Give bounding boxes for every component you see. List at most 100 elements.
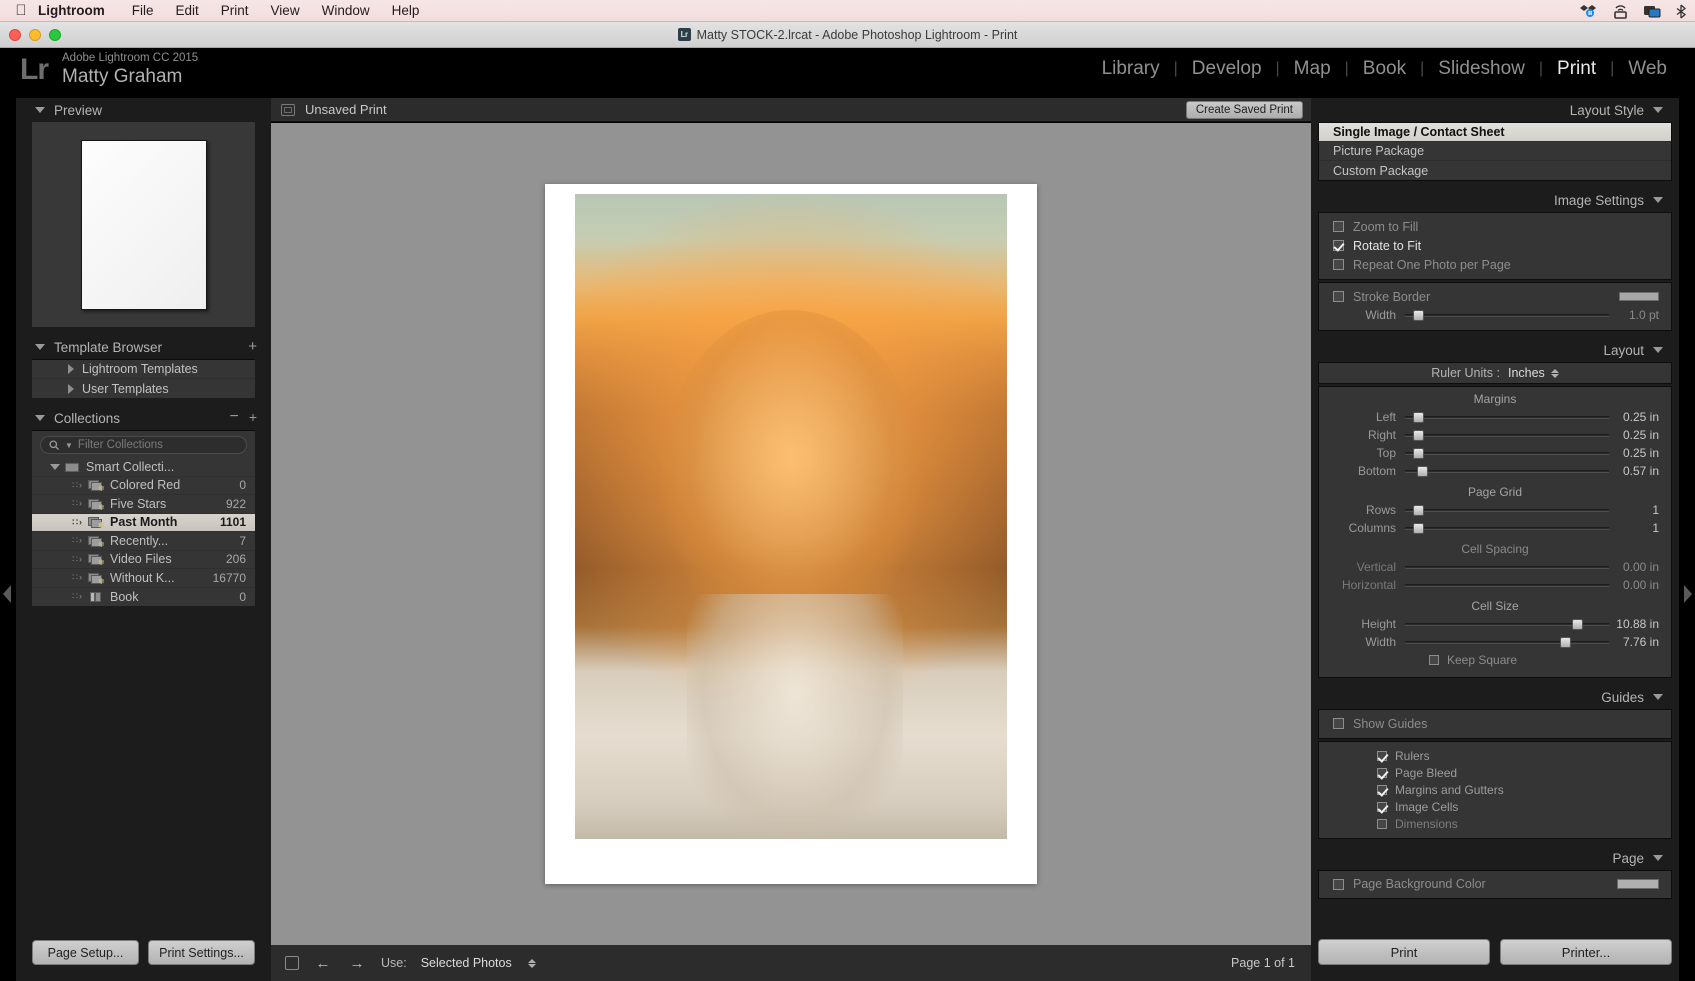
menu-file[interactable]: File <box>121 0 165 22</box>
dimensions-checkbox[interactable] <box>1377 818 1387 829</box>
apple-icon[interactable]:  <box>10 3 32 18</box>
cell-height-row[interactable]: Height 10.88 in <box>1319 615 1671 633</box>
list-item-selected[interactable]: ∷› ❄ Past Month 1101 <box>32 513 255 532</box>
layout-panel-header[interactable]: Layout <box>1311 338 1679 362</box>
dropbox-icon[interactable] <box>1578 4 1598 18</box>
chevron-down-icon[interactable] <box>35 107 45 113</box>
stroke-border-row[interactable]: Stroke Border <box>1319 287 1671 306</box>
margin-bottom-value[interactable]: 0.57 in <box>1615 464 1671 478</box>
guide-image-cells-row[interactable]: Image Cells <box>1319 798 1671 815</box>
image-cells-checkbox[interactable] <box>1377 801 1387 812</box>
module-web[interactable]: Web <box>1614 58 1681 80</box>
layout-style-header[interactable]: Layout Style <box>1311 98 1679 122</box>
printer-button[interactable]: Printer... <box>1500 939 1672 965</box>
rotate-to-fit-row[interactable]: Rotate to Fit <box>1319 236 1671 255</box>
ruler-units-value[interactable]: Inches <box>1508 366 1559 380</box>
guide-margins-gutters-row[interactable]: Margins and Gutters <box>1319 781 1671 798</box>
list-item[interactable]: ∷› ❄ Video Files 206 <box>32 551 255 569</box>
use-value[interactable]: Selected Photos <box>421 956 512 970</box>
columns-value[interactable]: 1 <box>1615 521 1671 535</box>
use-stepper-icon[interactable] <box>527 958 536 968</box>
zoom-button[interactable] <box>49 29 61 41</box>
close-button[interactable] <box>9 29 21 41</box>
list-item[interactable]: ∷› Book 0 <box>32 588 255 607</box>
ruler-units-row[interactable]: Ruler Units : Inches <box>1319 363 1671 383</box>
layout-style-option-picture-package[interactable]: Picture Package <box>1319 142 1671 161</box>
print-canvas[interactable] <box>271 123 1311 945</box>
plus-icon[interactable]: + <box>249 410 257 424</box>
layout-style-option-custom-package[interactable]: Custom Package <box>1319 161 1671 180</box>
cell-width-slider[interactable] <box>1405 636 1609 648</box>
drag-handle-icon[interactable]: ∷› <box>72 480 83 491</box>
margin-bottom-slider[interactable] <box>1405 465 1609 477</box>
airplay-icon[interactable] <box>1611 4 1630 19</box>
chevron-right-icon[interactable] <box>68 383 74 394</box>
guide-dimensions-row[interactable]: Dimensions <box>1319 815 1671 832</box>
menu-lightroom[interactable]: Lightroom <box>32 0 121 22</box>
list-item[interactable]: ∷› ❄ Recently... 7 <box>32 532 255 551</box>
rows-slider[interactable] <box>1405 504 1609 516</box>
photo-cell[interactable] <box>575 194 1007 839</box>
chevron-down-icon[interactable] <box>1653 855 1663 861</box>
page-bleed-checkbox[interactable] <box>1377 767 1387 778</box>
drag-handle-icon[interactable]: ∷› <box>72 591 83 602</box>
bluetooth-icon[interactable] <box>1675 4 1687 19</box>
module-book[interactable]: Book <box>1349 58 1420 80</box>
template-group-user[interactable]: User Templates <box>32 379 255 398</box>
margin-right-row[interactable]: Right 0.25 in <box>1319 426 1671 444</box>
list-item[interactable]: ∷› ❄ Five Stars 922 <box>32 495 255 514</box>
guide-page-bleed-row[interactable]: Page Bleed <box>1319 764 1671 781</box>
print-button[interactable]: Print <box>1318 939 1490 965</box>
keep-square-row[interactable]: Keep Square <box>1319 651 1671 669</box>
screen-share-icon[interactable] <box>1643 4 1662 18</box>
grid-view-icon[interactable] <box>285 956 299 970</box>
chevron-down-icon[interactable]: ▼ <box>65 441 73 450</box>
cell-width-value[interactable]: 7.76 in <box>1615 635 1671 649</box>
margin-left-slider[interactable] <box>1405 411 1609 423</box>
rotate-to-fit-checkbox[interactable] <box>1333 240 1344 251</box>
drag-handle-icon[interactable]: ∷› <box>72 572 83 583</box>
margin-left-value[interactable]: 0.25 in <box>1615 410 1671 424</box>
rulers-checkbox[interactable] <box>1377 750 1387 761</box>
list-item[interactable]: ∷› ❄ Colored Red 0 <box>32 477 255 495</box>
drag-handle-icon[interactable]: ∷› <box>72 498 83 509</box>
create-saved-print-button[interactable]: Create Saved Print <box>1185 101 1303 119</box>
previous-page-icon[interactable]: ← <box>313 955 333 972</box>
identity-plate[interactable]: Lr Adobe Lightroom CC 2015 Matty Graham <box>14 52 198 88</box>
stroke-border-checkbox[interactable] <box>1333 291 1344 302</box>
page-background-color-row[interactable]: Page Background Color <box>1319 874 1671 894</box>
cell-height-value[interactable]: 10.88 in <box>1615 617 1671 631</box>
repeat-one-photo-checkbox[interactable] <box>1333 259 1344 270</box>
drag-handle-icon[interactable]: ∷› <box>72 554 83 565</box>
image-settings-header[interactable]: Image Settings <box>1311 188 1679 212</box>
chevron-down-icon[interactable] <box>1653 107 1663 113</box>
ruler-units-stepper-icon[interactable] <box>1550 368 1559 378</box>
rows-row[interactable]: Rows 1 <box>1319 501 1671 519</box>
margin-top-slider[interactable] <box>1405 447 1609 459</box>
zoom-to-fill-checkbox[interactable] <box>1333 221 1344 232</box>
module-develop[interactable]: Develop <box>1178 58 1276 80</box>
drag-handle-icon[interactable]: ∷› <box>72 535 83 546</box>
template-browser-header[interactable]: Template Browser + <box>16 335 271 359</box>
columns-slider[interactable] <box>1405 522 1609 534</box>
filter-collections-input[interactable]: ▼ Filter Collections <box>40 436 247 454</box>
page-panel-header[interactable]: Page <box>1311 846 1679 870</box>
menu-window[interactable]: Window <box>311 0 381 22</box>
template-group-lightroom[interactable]: Lightroom Templates <box>32 360 255 379</box>
cell-width-row[interactable]: Width 7.76 in <box>1319 633 1671 651</box>
module-map[interactable]: Map <box>1280 58 1345 80</box>
chevron-down-icon[interactable] <box>35 344 45 350</box>
rows-value[interactable]: 1 <box>1615 503 1671 517</box>
chevron-down-icon[interactable] <box>1653 694 1663 700</box>
stroke-width-row[interactable]: Width 1.0 pt <box>1319 306 1671 324</box>
collections-group-smart[interactable]: Smart Collecti... <box>32 458 255 477</box>
right-panel-toggle-icon[interactable] <box>1684 585 1692 603</box>
margin-top-row[interactable]: Top 0.25 in <box>1319 444 1671 462</box>
page-setup-button[interactable]: Page Setup... <box>32 940 139 965</box>
layout-style-option-single-image[interactable]: Single Image / Contact Sheet <box>1319 123 1671 142</box>
module-slideshow[interactable]: Slideshow <box>1424 58 1539 80</box>
show-guides-checkbox[interactable] <box>1333 718 1344 729</box>
margin-top-value[interactable]: 0.25 in <box>1615 446 1671 460</box>
cell-height-slider[interactable] <box>1405 618 1609 630</box>
margin-left-row[interactable]: Left 0.25 in <box>1319 408 1671 426</box>
